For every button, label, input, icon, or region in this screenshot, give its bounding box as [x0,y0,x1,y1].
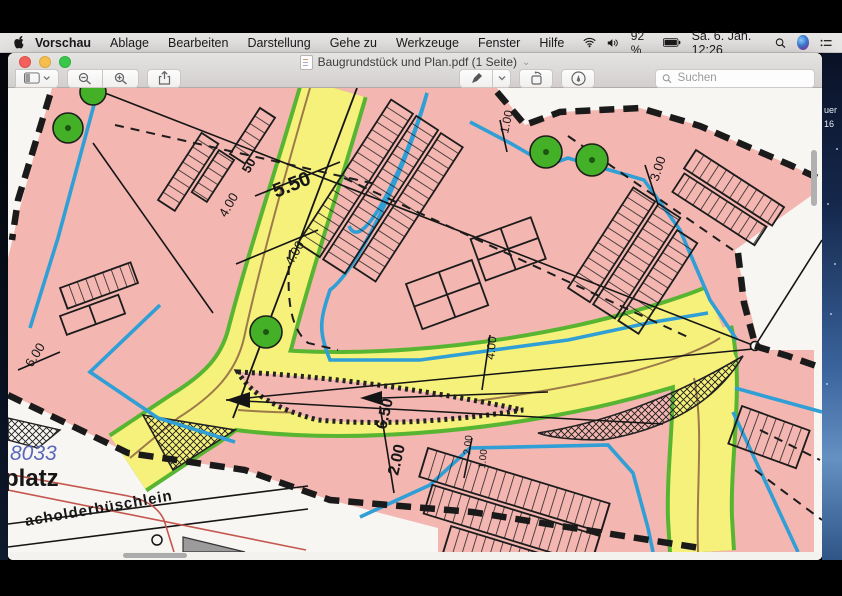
search-icon [662,73,672,84]
dim-label: 2.00 [462,434,475,455]
marker-pen-icon [470,72,483,85]
battery-icon [663,37,681,48]
menu-item-vorschau[interactable]: Vorschau [35,36,91,50]
menu-item-darstellung[interactable]: Darstellung [247,36,310,50]
sidebar-icon [24,72,40,84]
markup-pen-button[interactable] [459,69,493,88]
share-button[interactable] [147,69,181,88]
chevron-down-icon [43,75,50,81]
horizontal-scrollbar[interactable] [123,553,187,558]
zoom-out-icon [78,72,92,85]
dim-label: 1.00 [477,448,490,469]
zoom-out-button[interactable] [67,69,103,88]
window-title: Baugrundstück und Plan.pdf (1 Seite) [318,55,517,69]
siri-icon[interactable] [797,35,809,50]
pen-circle-icon [571,71,586,86]
wifi-icon[interactable] [583,36,596,49]
desktop-icon-label-fragment: 16 [824,119,834,129]
apple-menu[interactable] [12,35,25,50]
share-icon [158,71,171,85]
manhole-marker [152,535,162,545]
rotate-button[interactable] [519,69,553,88]
menu-item-werkzeuge[interactable]: Werkzeuge [396,36,459,50]
chevron-down-icon [498,75,506,81]
place-name-platz: platz [8,465,59,492]
horizontal-scrollbar-track[interactable] [8,552,822,560]
spotlight-search-icon[interactable] [775,36,786,50]
markup-pen-dropdown[interactable] [493,69,511,88]
window-titlebar[interactable]: Baugrundstück und Plan.pdf (1 Seite) ⌄ [8,53,822,88]
search-field[interactable] [655,69,815,88]
zoom-in-icon [114,72,128,85]
menu-item-gehezu[interactable]: Gehe zu [330,36,377,50]
desktop-icon-label-fragment: uer [824,105,837,115]
search-input[interactable] [676,71,808,85]
apple-logo-icon [12,35,25,50]
pdf-page-map[interactable]: 50 5.50 4.00 4.00 6.00 1.00 3.00 4.00 2.… [8,88,822,552]
menu-item-fenster[interactable]: Fenster [478,36,520,50]
preview-window: Baugrundstück und Plan.pdf (1 Seite) ⌄ [8,53,822,560]
menu-item-hilfe[interactable]: Hilfe [539,36,564,50]
rotate-left-icon [529,71,544,85]
desktop-strip-left [0,53,8,560]
notification-center-icon[interactable] [820,37,832,49]
vertical-scrollbar[interactable] [811,150,817,206]
pdf-content-area[interactable]: 50 5.50 4.00 4.00 6.00 1.00 3.00 4.00 2.… [8,88,822,560]
sidebar-view-button[interactable] [15,69,59,88]
menu-bar: Vorschau Ablage Bearbeiten Darstellung G… [0,33,842,53]
parcel-number-8033: 8033 [10,442,57,465]
markup-toolbar-button[interactable] [561,69,595,88]
desktop-bottom-bar [0,560,842,596]
menu-item-bearbeiten[interactable]: Bearbeiten [168,36,228,50]
menu-item-ablage[interactable]: Ablage [110,36,149,50]
dim-label: 4.00 [483,335,499,360]
zoom-in-button[interactable] [103,69,139,88]
desktop-strip-right: uer 16 [822,53,842,560]
title-chevron-icon[interactable]: ⌄ [522,57,530,68]
volume-icon[interactable] [607,37,619,49]
